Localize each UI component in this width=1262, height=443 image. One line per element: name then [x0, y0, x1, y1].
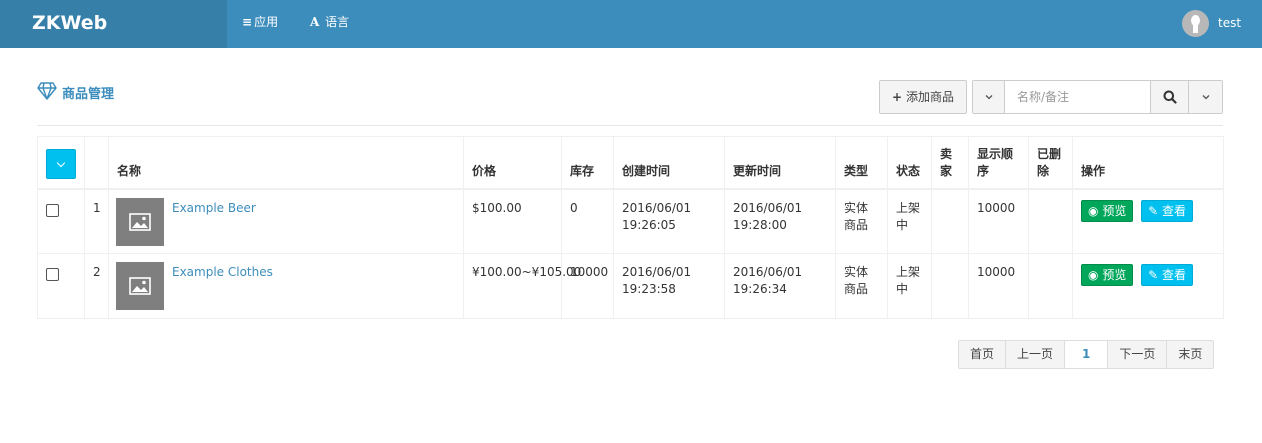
top-navbar: ZKWeb Framework ≡ 应用 A 语言 test: [0, 0, 1262, 80]
diamond-icon: [37, 82, 57, 100]
row-checkbox[interactable]: [46, 268, 59, 281]
brand-logo[interactable]: ZKWeb Framework: [0, 0, 227, 80]
preview-button[interactable]: ◉ 预览: [1081, 264, 1134, 286]
product-table: 名称 价格 库存 创建时间 更新时间 类型 状态 卖家 显示顺序 已删除 操作 …: [37, 136, 1224, 319]
col-seller[interactable]: 卖家: [931, 136, 969, 190]
chevron-down-icon: [1202, 95, 1209, 100]
preview-label: 预览: [1102, 203, 1127, 218]
updated-cell: 2016/06/01 19:28:00: [724, 188, 836, 254]
font-icon: A: [310, 15, 320, 29]
prev-page-button[interactable]: 上一页: [1005, 340, 1066, 369]
created-cell: 2016/06/01 19:23:58: [613, 253, 725, 319]
actions-cell: ◉ 预览 ✎ 查看: [1072, 188, 1224, 254]
col-index: [84, 136, 109, 190]
next-page-button[interactable]: 下一页: [1107, 340, 1168, 369]
type-cell: 实体商品: [835, 253, 888, 319]
col-name[interactable]: 名称: [108, 136, 464, 190]
preview-label: 预览: [1102, 268, 1127, 282]
price-cell: ¥100.00~¥105.00: [463, 253, 581, 319]
nav-language-menu[interactable]: A 语言: [310, 0, 349, 48]
deleted-cell: [1028, 253, 1073, 319]
status-cell: 上架中: [887, 188, 932, 254]
col-created[interactable]: 创建时间: [613, 136, 725, 190]
status-cell: 上架中: [887, 253, 932, 319]
display-order-cell: 10000: [968, 253, 1029, 319]
table-row: 1 Example Beer $100.00 0 2016/06/01 19:2…: [37, 188, 1224, 254]
table-row: 2 Example Clothes ¥100.00~¥105.00 10000 …: [37, 253, 1224, 319]
pagination: 首页 上一页 1 下一页 末页: [958, 340, 1215, 369]
eye-icon: ◉: [1088, 268, 1099, 282]
search-icon: [1163, 90, 1177, 104]
search-button[interactable]: [1150, 81, 1188, 113]
advanced-search-dropdown[interactable]: [1188, 81, 1222, 113]
add-product-label: 添加商品: [905, 90, 954, 104]
stock-cell: 10000: [561, 253, 614, 319]
user-menu[interactable]: test: [1182, 10, 1248, 38]
add-product-button[interactable]: + 添加商品: [879, 80, 967, 114]
col-deleted[interactable]: 已删除: [1028, 136, 1073, 190]
nav-apps-menu[interactable]: ≡ 应用: [242, 0, 278, 48]
col-stock[interactable]: 库存: [561, 136, 614, 190]
select-all-header: [37, 136, 85, 190]
table-header-row: 名称 价格 库存 创建时间 更新时间 类型 状态 卖家 显示顺序 已删除 操作: [37, 136, 1224, 190]
col-price[interactable]: 价格: [463, 136, 562, 190]
product-thumbnail: [116, 197, 164, 246]
deleted-cell: [1028, 188, 1073, 254]
col-display-order[interactable]: 显示顺序: [968, 136, 1029, 190]
seller-cell: [931, 253, 969, 319]
seller-cell: [931, 188, 969, 254]
view-label: 查看: [1162, 268, 1187, 282]
display-order-cell: 10000: [968, 188, 1029, 254]
col-status[interactable]: 状态: [887, 136, 932, 190]
last-page-button[interactable]: 末页: [1166, 340, 1215, 369]
edit-icon: ✎: [1148, 203, 1159, 218]
nav-apps-label: 应用: [254, 15, 279, 29]
avatar-icon: [1182, 10, 1209, 37]
product-name-cell: Example Clothes: [108, 253, 464, 319]
actions-cell: ◉ 预览 ✎ 查看: [1072, 253, 1224, 319]
type-cell: 实体商品: [835, 188, 888, 254]
edit-icon: ✎: [1148, 268, 1159, 282]
row-index: 1: [84, 188, 109, 254]
search-filter-dropdown[interactable]: [973, 81, 1005, 113]
price-cell: $100.00: [463, 188, 562, 254]
preview-button[interactable]: ◉ 预览: [1081, 199, 1134, 222]
product-thumbnail: [116, 262, 164, 310]
bars-icon: ≡: [242, 15, 253, 29]
nav-language-label: 语言: [325, 15, 350, 29]
product-name-link[interactable]: Example Beer: [172, 200, 256, 217]
view-button[interactable]: ✎ 查看: [1141, 264, 1194, 286]
page-title-text: 商品管理: [62, 87, 115, 102]
row-checkbox[interactable]: [46, 203, 59, 217]
updated-cell: 2016/06/01 19:26:34: [724, 253, 836, 319]
search-input[interactable]: [1005, 81, 1150, 113]
col-actions: 操作: [1072, 136, 1224, 190]
col-type[interactable]: 类型: [835, 136, 888, 190]
created-cell: 2016/06/01 19:26:05: [613, 188, 725, 254]
eye-icon: ◉: [1088, 203, 1099, 218]
view-button[interactable]: ✎ 查看: [1141, 199, 1194, 222]
stock-cell: 0: [561, 188, 614, 254]
first-page-button[interactable]: 首页: [958, 340, 1007, 369]
view-label: 查看: [1162, 203, 1187, 218]
chevron-down-icon: [985, 95, 992, 100]
image-icon: [129, 277, 151, 295]
user-name: test: [1218, 16, 1242, 30]
image-icon: [129, 212, 151, 231]
search-group: [972, 80, 1223, 114]
select-all-dropdown[interactable]: [46, 148, 76, 179]
row-index: 2: [84, 253, 109, 319]
product-name-link[interactable]: Example Clothes: [172, 264, 273, 281]
plus-icon: +: [892, 90, 903, 104]
product-name-cell: Example Beer: [108, 188, 464, 254]
current-page-button[interactable]: 1: [1064, 340, 1109, 369]
col-updated[interactable]: 更新时间: [724, 136, 836, 190]
header-divider: [37, 125, 1223, 126]
